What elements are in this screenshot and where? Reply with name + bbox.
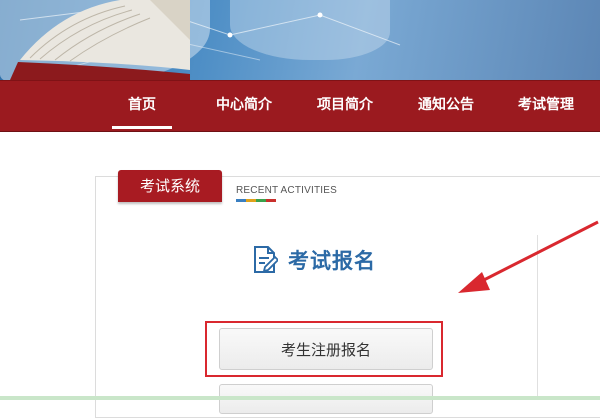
annotation-arrow [458,220,599,293]
bottom-strip [0,396,600,400]
